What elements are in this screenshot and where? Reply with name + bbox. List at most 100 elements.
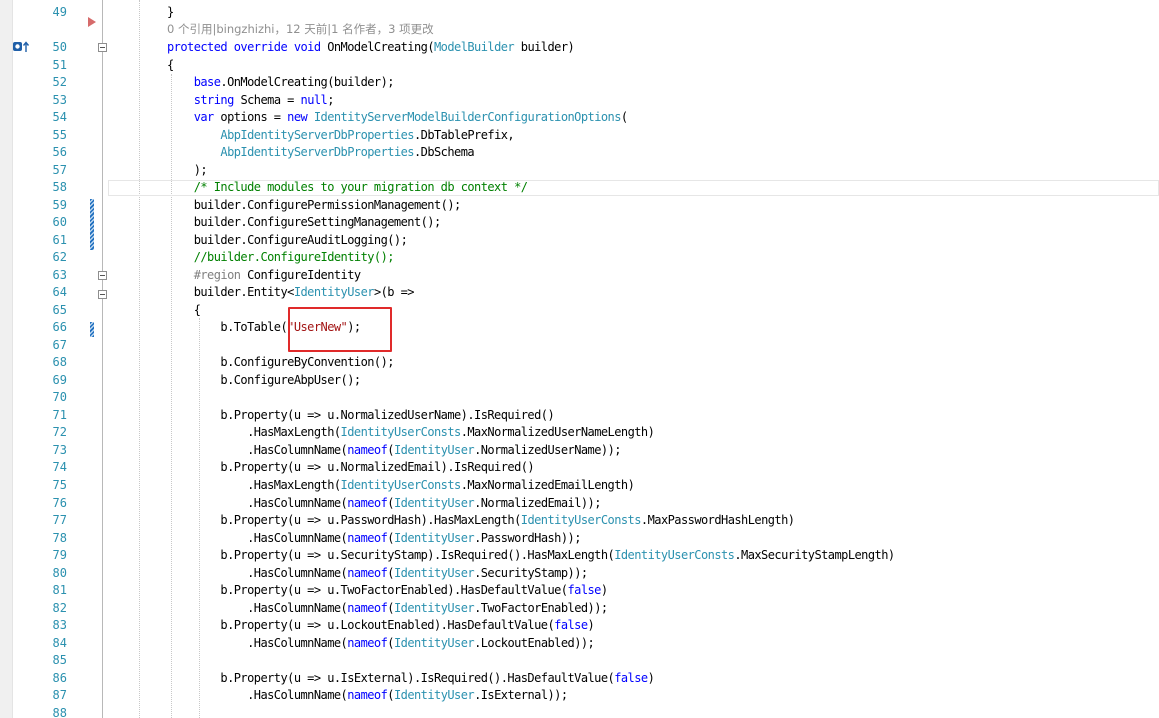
code-text[interactable]: .HasColumnName(nameof(IdentityUser.Locko…: [167, 635, 595, 653]
code-text[interactable]: //builder.ConfigureIdentity();: [167, 249, 395, 267]
code-text[interactable]: }: [167, 4, 174, 22]
code-text[interactable]: .HasColumnName(nameof(IdentityUser.TwoFa…: [167, 600, 608, 618]
code-token: );: [167, 162, 208, 177]
code-text[interactable]: );: [167, 162, 208, 180]
code-text[interactable]: b.Property(u => u.LockoutEnabled).HasDef…: [167, 617, 594, 635]
code-text[interactable]: #region ConfigureIdentity: [167, 267, 361, 285]
code-line[interactable]: 84 .HasColumnName(nameof(IdentityUser.Lo…: [0, 635, 1159, 653]
code-text[interactable]: string Schema = null;: [167, 92, 335, 110]
code-text[interactable]: b.Property(u => u.NormalizedEmail).IsReq…: [167, 459, 534, 477]
code-text[interactable]: b.ConfigureAbpUser();: [167, 372, 361, 390]
code-text[interactable]: b.ConfigureByConvention();: [167, 354, 394, 372]
line-number: 72: [52, 425, 67, 440]
code-line[interactable]: 86 b.Property(u => u.IsExternal).IsRequi…: [0, 670, 1159, 688]
code-line[interactable]: 74 b.Property(u => u.NormalizedEmail).Is…: [0, 459, 1159, 477]
code-text[interactable]: AbpIdentityServerDbProperties.DbTablePre…: [167, 127, 514, 145]
code-text[interactable]: .HasColumnName(nameof(IdentityUser.Secur…: [167, 565, 588, 583]
code-token: .MaxPasswordHashLength): [640, 513, 795, 528]
code-line[interactable]: 49}: [0, 4, 1159, 22]
code-text[interactable]: /* Include modules to your migration db …: [167, 179, 528, 197]
code-line[interactable]: 70: [0, 389, 1159, 407]
code-token: protected override void: [167, 40, 328, 54]
code-line[interactable]: 56 AbpIdentityServerDbProperties.DbSchem…: [0, 144, 1159, 162]
line-number: 56: [52, 145, 67, 160]
code-line[interactable]: 54 var options = new IdentityServerModel…: [0, 109, 1159, 127]
code-line[interactable]: 78 .HasColumnName(nameof(IdentityUser.Pa…: [0, 530, 1159, 548]
code-line[interactable]: 58 /* Include modules to your migration …: [0, 179, 1159, 197]
code-line[interactable]: 51 {: [0, 57, 1159, 75]
code-line[interactable]: 77 b.Property(u => u.PasswordHash).HasMa…: [0, 512, 1159, 530]
code-line[interactable]: 60 builder.ConfigureSettingManagement();: [0, 214, 1159, 232]
code-line[interactable]: 63 #region ConfigureIdentity: [0, 267, 1159, 285]
code-text[interactable]: builder.Entity<IdentityUser>(b =>: [167, 284, 415, 302]
code-token: b.Property(u => u.NormalizedEmail).IsReq…: [167, 460, 535, 475]
code-line[interactable]: 87 .HasColumnName(nameof(IdentityUser.Is…: [0, 687, 1159, 705]
code-text[interactable]: .HasColumnName(nameof(IdentityUser.IsExt…: [167, 687, 568, 705]
code-text[interactable]: builder.ConfigureSettingManagement();: [167, 214, 442, 232]
code-line[interactable]: 73 .HasColumnName(nameof(IdentityUser.No…: [0, 442, 1159, 460]
code-line[interactable]: 50 protected override void OnModelCreatin…: [0, 39, 1159, 57]
code-line[interactable]: 72 .HasMaxLength(IdentityUserConsts.MaxN…: [0, 424, 1159, 442]
code-text[interactable]: protected override void OnModelCreating(…: [167, 39, 575, 57]
code-text[interactable]: base.OnModelCreating(builder);: [167, 74, 395, 92]
code-token: false: [567, 583, 601, 598]
code-line[interactable]: 53 string Schema = null;: [0, 92, 1159, 110]
code-line[interactable]: 79 b.Property(u => u.SecurityStamp).IsRe…: [0, 547, 1159, 565]
line-number: 76: [52, 495, 67, 510]
code-token: base: [193, 75, 221, 90]
code-line[interactable]: 67: [0, 337, 1159, 355]
code-line[interactable]: 52 base.OnModelCreating(builder);: [0, 74, 1159, 92]
code-token: .MaxNormalizedEmailLength): [460, 478, 635, 492]
code-text[interactable]: .HasMaxLength(IdentityUserConsts.MaxNorm…: [167, 424, 655, 442]
code-line[interactable]: 82 .HasColumnName(nameof(IdentityUser.Tw…: [0, 600, 1159, 618]
code-text[interactable]: .HasMaxLength(IdentityUserConsts.MaxNorm…: [167, 477, 635, 495]
code-line[interactable]: 55 AbpIdentityServerDbProperties.DbTable…: [0, 127, 1159, 145]
code-line[interactable]: 62 //builder.ConfigureIdentity();: [0, 249, 1159, 267]
line-number: 80: [52, 565, 67, 580]
code-line[interactable]: 68 b.ConfigureByConvention();: [0, 354, 1159, 372]
code-line[interactable]: 76 .HasColumnName(nameof(IdentityUser.No…: [0, 495, 1159, 513]
code-text[interactable]: .HasColumnName(nameof(IdentityUser.Passw…: [167, 530, 581, 548]
code-lens[interactable]: 0 个引用|bingzhizhi，12 天前|1 名作者，3 项更改: [167, 21, 434, 39]
code-line[interactable]: 75 .HasMaxLength(IdentityUserConsts.MaxN…: [0, 477, 1159, 495]
code-token: .OnModelCreating(builder);: [220, 75, 394, 90]
code-line[interactable]: 71 b.Property(u => u.NormalizedUserName)…: [0, 407, 1159, 425]
code-line[interactable]: 65 {: [0, 302, 1159, 320]
code-line[interactable]: 66 b.ToTable("UserNew");: [0, 319, 1159, 337]
code-token: IdentityUser: [393, 688, 475, 703]
code-text[interactable]: builder.ConfigureAuditLogging();: [167, 232, 408, 250]
code-token: IdentityUser: [293, 285, 375, 300]
code-token: .HasColumnName(: [167, 635, 348, 650]
code-line[interactable]: 59 builder.ConfigurePermissionManagement…: [0, 197, 1159, 215]
code-token: //builder.ConfigureIdentity();: [193, 250, 395, 265]
code-text[interactable]: b.Property(u => u.IsExternal).IsRequired…: [167, 670, 654, 688]
code-line[interactable]: 81 b.Property(u => u.TwoFactorEnabled).H…: [0, 582, 1159, 600]
code-token: .HasColumnName(: [167, 495, 348, 510]
code-line[interactable]: 83 b.Property(u => u.LockoutEnabled).Has…: [0, 617, 1159, 635]
code-token: .DbTablePrefix,: [413, 127, 515, 142]
code-text[interactable]: .HasColumnName(nameof(IdentityUser.Norma…: [167, 495, 601, 513]
code-text[interactable]: b.Property(u => u.TwoFactorEnabled).HasD…: [167, 582, 608, 600]
code-token: IdentityServerModelBuilderConfigurationO…: [313, 110, 622, 125]
code-text[interactable]: b.Property(u => u.PasswordHash).HasMaxLe…: [167, 512, 795, 530]
code-editor[interactable]: 48 0 个引用|bingzhizhi，12 天前|1 名作者，3 项更改 49…: [0, 0, 1159, 718]
code-text[interactable]: b.Property(u => u.NormalizedUserName).Is…: [167, 407, 554, 425]
code-token: nameof: [347, 495, 388, 510]
code-token: (: [387, 688, 394, 703]
code-line[interactable]: 64 builder.Entity<IdentityUser>(b =>: [0, 284, 1159, 302]
code-line[interactable]: 85: [0, 652, 1159, 670]
code-line[interactable]: 80 .HasColumnName(nameof(IdentityUser.Se…: [0, 565, 1159, 583]
code-text[interactable]: b.Property(u => u.SecurityStamp).IsRequi…: [167, 547, 895, 565]
code-text[interactable]: builder.ConfigurePermissionManagement();: [167, 197, 462, 215]
code-line[interactable]: 88: [0, 705, 1159, 718]
code-text[interactable]: AbpIdentityServerDbProperties.DbSchema: [167, 144, 474, 162]
code-line[interactable]: 57 );: [0, 162, 1159, 180]
code-text[interactable]: {: [167, 302, 201, 320]
code-line[interactable]: 69 b.ConfigureAbpUser();: [0, 372, 1159, 390]
code-line[interactable]: 61 builder.ConfigureAuditLogging();: [0, 232, 1159, 250]
code-text[interactable]: .HasColumnName(nameof(IdentityUser.Norma…: [167, 442, 621, 460]
code-token: nameof: [347, 442, 388, 457]
code-text[interactable]: var options = new IdentityServerModelBui…: [167, 109, 628, 127]
code-text[interactable]: {: [167, 57, 174, 75]
